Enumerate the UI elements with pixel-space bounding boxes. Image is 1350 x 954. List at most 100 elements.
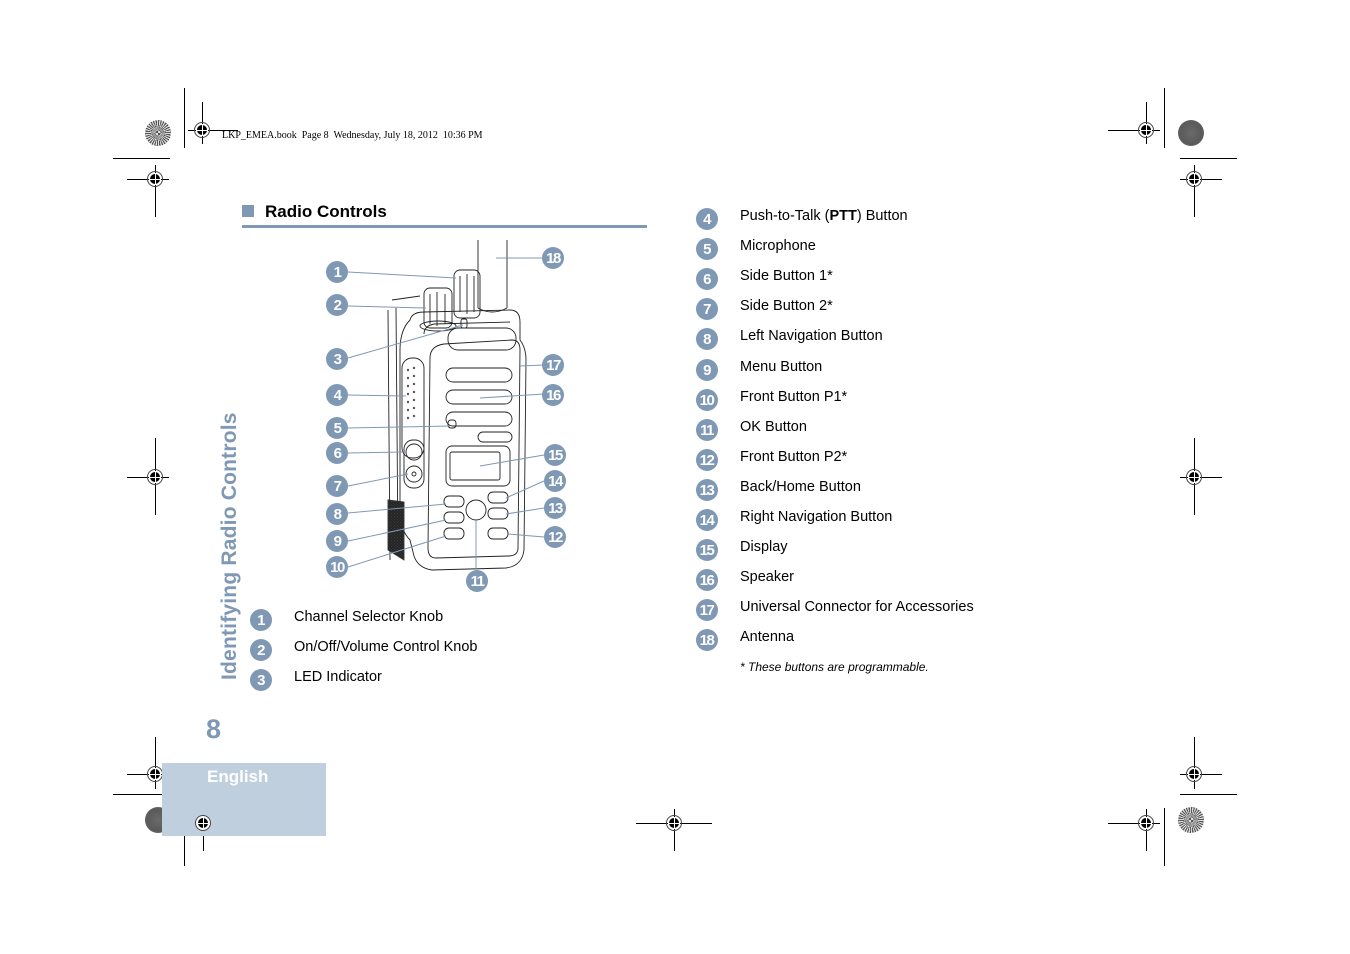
number-badge: 4 <box>696 208 718 230</box>
callout-10: 10 <box>326 556 348 578</box>
registration-mark-icon <box>664 813 684 833</box>
legend-item: 5 <box>696 237 718 261</box>
callout-3: 3 <box>326 348 348 370</box>
speaker-slot <box>445 367 513 383</box>
legend-item: 11 <box>696 418 718 442</box>
radio-body <box>399 309 527 571</box>
callout-14: 14 <box>544 470 566 492</box>
crop-line <box>113 158 170 159</box>
legend-label: Front Button P1* <box>740 389 848 405</box>
language-label: English <box>207 767 269 786</box>
legend-item: 3 <box>250 668 272 692</box>
registration-mark-icon <box>1136 813 1156 833</box>
legend-label: Speaker <box>740 569 795 585</box>
legend-label: On/Off/Volume Control Knob <box>294 639 478 655</box>
legend-label: Front Button P2* <box>740 449 848 465</box>
callout-7: 7 <box>326 475 348 497</box>
legend-label: Left Navigation Button <box>740 328 883 344</box>
footnote: * These buttons are programmable. <box>740 660 929 674</box>
callout-12: 12 <box>544 526 566 548</box>
color-bar-star-icon <box>1178 807 1204 833</box>
legend-item: 8 <box>696 327 718 351</box>
registration-mark-icon <box>145 467 165 487</box>
callout-16: 16 <box>542 384 564 406</box>
number-badge: 11 <box>696 419 718 441</box>
legend-label: Microphone <box>740 238 816 254</box>
number-badge: 14 <box>696 509 718 531</box>
legend-label: Back/Home Button <box>740 479 861 495</box>
legend-item: 6 <box>696 267 718 291</box>
registration-mark-icon <box>192 120 212 140</box>
callout-2: 2 <box>326 294 348 316</box>
callout-13: 13 <box>544 497 566 519</box>
callout-17: 17 <box>542 354 564 376</box>
legend-item: 15 <box>696 538 718 562</box>
crop-line <box>184 88 185 148</box>
legend-label: Antenna <box>740 629 795 645</box>
legend-item: 4 <box>696 207 718 231</box>
page-number: 8 <box>206 714 222 744</box>
crop-line <box>1164 808 1165 866</box>
number-badge: 13 <box>696 479 718 501</box>
chapter-side-title: Identifying Radio Controls <box>218 412 241 680</box>
legend-item: 12 <box>696 448 718 472</box>
legend-label: OK Button <box>740 419 807 435</box>
number-badge: 8 <box>696 328 718 350</box>
legend-item: 1 <box>250 608 272 632</box>
number-badge: 15 <box>696 539 718 561</box>
print-header: LKP_EMEA.book Page 8 Wednesday, July 18,… <box>222 130 483 141</box>
crop-line <box>1180 158 1237 159</box>
callout-4: 4 <box>326 384 348 406</box>
color-bar-dark-icon <box>1178 120 1204 146</box>
number-badge: 17 <box>696 599 718 621</box>
registration-mark-icon <box>1184 764 1204 784</box>
callout-1: 1 <box>326 261 348 283</box>
legend-item: 7 <box>696 297 718 321</box>
legend-label: Right Navigation Button <box>740 509 893 525</box>
legend-label: Push-to-Talk (PTT) Button <box>740 208 908 224</box>
number-badge: 7 <box>696 298 718 320</box>
crop-line <box>1180 794 1237 795</box>
legend-item: 13 <box>696 478 718 502</box>
registration-mark-icon <box>1136 120 1156 140</box>
legend-item: 18 <box>696 628 718 652</box>
legend-label-bold: PTT <box>829 208 857 224</box>
number-badge: 16 <box>696 569 718 591</box>
callout-15: 15 <box>544 444 566 466</box>
callout-18: 18 <box>542 247 564 269</box>
section-rule <box>242 225 647 228</box>
legend-label: Side Button 2* <box>740 298 833 314</box>
section-bullet-icon <box>242 205 254 217</box>
number-badge: 2 <box>250 639 272 661</box>
legend-item: 17 <box>696 598 718 622</box>
number-badge: 9 <box>696 359 718 381</box>
legend-label: Display <box>740 539 788 555</box>
legend-item: 14 <box>696 508 718 532</box>
number-badge: 12 <box>696 449 718 471</box>
legend-label: Side Button 1* <box>740 268 833 284</box>
registration-mark-icon <box>193 813 213 833</box>
callout-8: 8 <box>326 503 348 525</box>
registration-mark-icon <box>1184 467 1204 487</box>
side-button-2-shape <box>405 465 423 483</box>
legend-label: Channel Selector Knob <box>294 609 444 625</box>
color-bar-star-icon <box>145 120 171 146</box>
legend-label: Menu Button <box>740 359 823 375</box>
crop-line <box>1164 88 1165 148</box>
registration-mark-icon <box>1184 169 1204 189</box>
legend-label: Universal Connector for Accessories <box>740 599 974 615</box>
legend-item: 9 <box>696 358 718 382</box>
legend-label: LED Indicator <box>294 669 382 685</box>
callout-9: 9 <box>326 530 348 552</box>
number-badge: 6 <box>696 268 718 290</box>
number-badge: 3 <box>250 669 272 691</box>
number-badge: 18 <box>696 629 718 651</box>
legend-label-text: ) Button <box>856 208 908 224</box>
number-badge: 1 <box>250 609 272 631</box>
legend-label-text: Push-to-Talk ( <box>740 208 830 224</box>
ptt-dots <box>406 366 416 420</box>
display-screen <box>449 451 501 481</box>
registration-mark-icon <box>145 169 165 189</box>
callout-5: 5 <box>326 417 348 439</box>
callout-11: 11 <box>466 570 488 592</box>
